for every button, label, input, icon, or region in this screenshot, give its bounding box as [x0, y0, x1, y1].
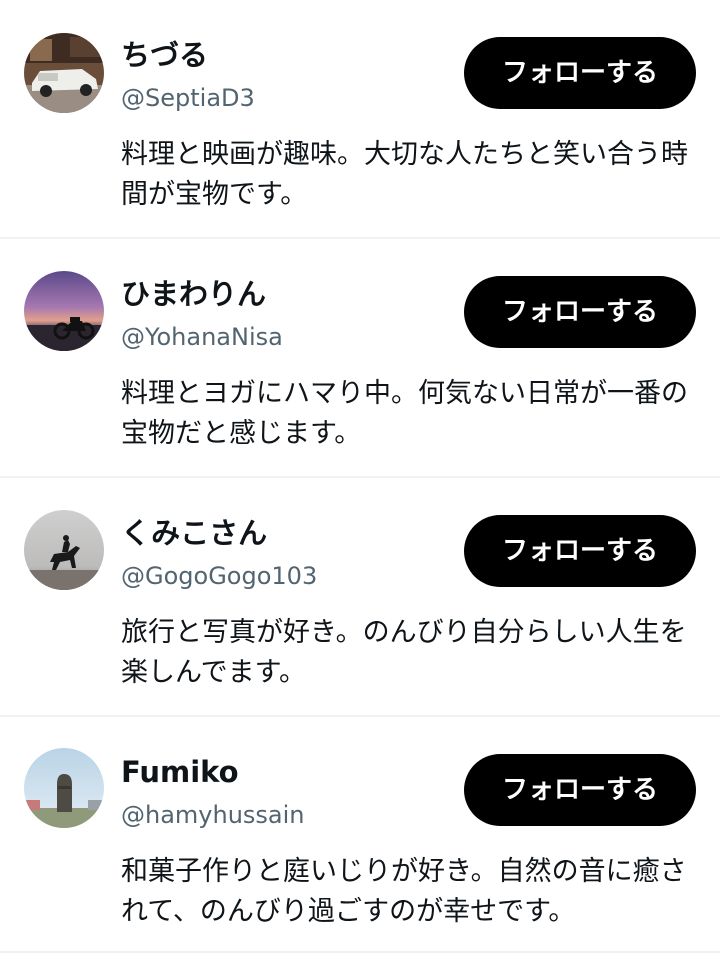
display-name[interactable]: Fumiko: [121, 754, 239, 790]
user-cell[interactable]: ひまわりん @YohanaNisa フォローする 料理とヨガにハマり中。何気ない…: [0, 239, 720, 478]
avatar[interactable]: [24, 510, 104, 590]
avatar[interactable]: [24, 271, 104, 351]
avatar[interactable]: [24, 748, 104, 828]
moai-photo-icon: [24, 748, 104, 828]
user-cell[interactable]: くみこさん @GogoGogo103 フォローする 旅行と写真が好き。のんびり自…: [0, 478, 720, 717]
user-bio: 和菓子作りと庭いじりが好き。自然の音に癒されて、のんびり過ごすのが幸せです。: [121, 856, 687, 927]
user-bio: 料理とヨガにハマり中。何気ない日常が一番の宝物だと感じます。: [121, 378, 688, 449]
user-bio: 旅行と写真が好き。のんびり自分らしい人生を楽しんでます。: [121, 617, 687, 688]
who-to-follow-list: ちづる @SeptiaD3 フォローする 料理と映画が趣味。大切な人たちと笑い合…: [0, 0, 720, 953]
follow-button[interactable]: フォローする: [464, 276, 696, 348]
follow-button[interactable]: フォローする: [464, 515, 696, 587]
user-bio: 料理と映画が趣味。大切な人たちと笑い合う時間が宝物です。: [121, 139, 688, 210]
user-handle[interactable]: @SeptiaD3: [121, 83, 255, 113]
avatar[interactable]: [24, 33, 104, 113]
user-handle[interactable]: @GogoGogo103: [121, 561, 317, 591]
car-photo-icon: [24, 33, 104, 113]
motorcycle-photo-icon: [24, 271, 104, 351]
display-name[interactable]: くみこさん: [121, 515, 267, 551]
user-handle[interactable]: @YohanaNisa: [121, 322, 283, 352]
user-cell[interactable]: ちづる @SeptiaD3 フォローする 料理と映画が趣味。大切な人たちと笑い合…: [0, 0, 720, 239]
user-handle[interactable]: @hamyhussain: [121, 800, 305, 830]
follow-button[interactable]: フォローする: [464, 37, 696, 109]
display-name[interactable]: ちづる: [121, 37, 208, 73]
follow-button[interactable]: フォローする: [464, 754, 696, 826]
user-cell[interactable]: Fumiko @hamyhussain フォローする 和菓子作りと庭いじりが好き…: [0, 717, 720, 953]
display-name[interactable]: ひまわりん: [121, 276, 266, 312]
horse-rider-photo-icon: [24, 510, 104, 590]
